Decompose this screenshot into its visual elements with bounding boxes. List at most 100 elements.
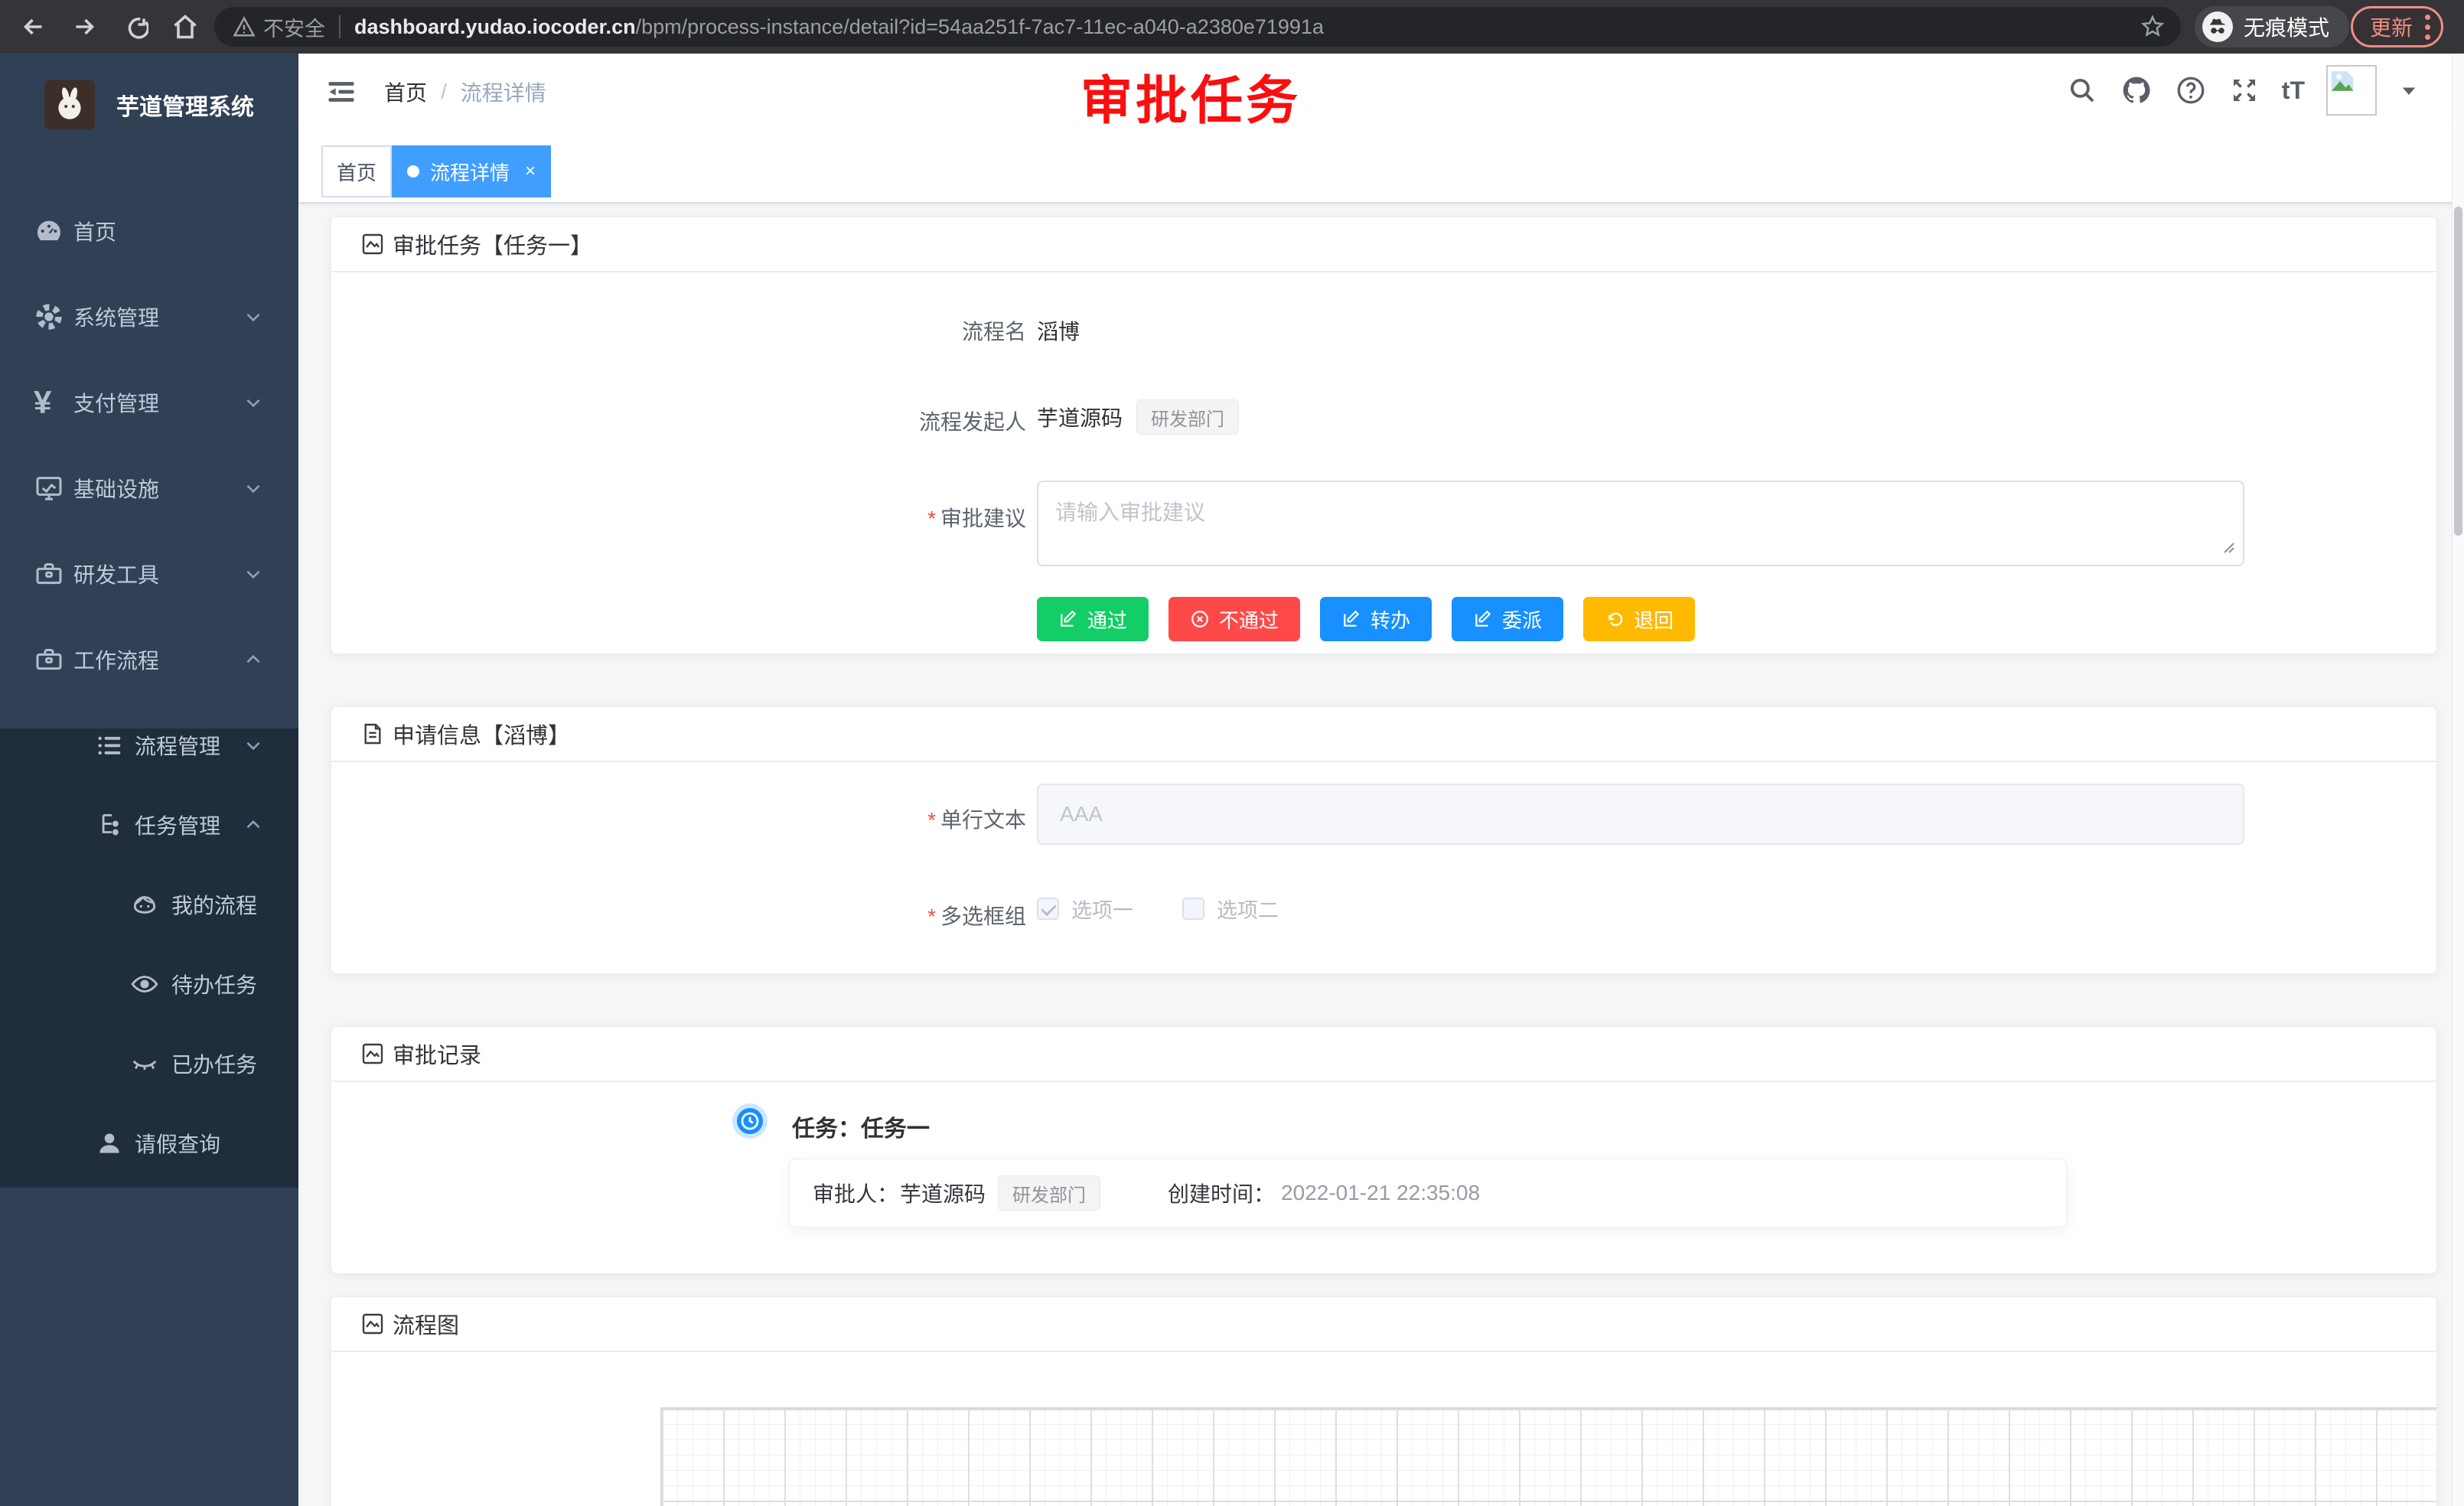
sidebar: 芋道管理系统 首页 系统管理 ¥ 支付管理 基础设施 bbox=[0, 54, 298, 1506]
browser-update-button[interactable]: 更新 bbox=[2351, 6, 2443, 47]
resize-handle-icon[interactable] bbox=[2218, 537, 2237, 556]
list-icon bbox=[95, 731, 124, 760]
github-icon[interactable] bbox=[2120, 73, 2153, 107]
sidebar-item-label: 基础设施 bbox=[73, 473, 159, 504]
picture-icon bbox=[360, 232, 385, 256]
chevron-down-icon bbox=[243, 564, 263, 584]
sidebar-item-label: 请假查询 bbox=[135, 1128, 220, 1159]
caret-down-icon[interactable] bbox=[2398, 80, 2420, 101]
browser-menu-icon[interactable] bbox=[2425, 15, 2430, 40]
suggestion-textarea[interactable] bbox=[1037, 481, 2244, 566]
screen: 不安全 dashboard.yudao.iocoder.cn/bpm/proce… bbox=[0, 0, 2464, 1506]
window-scrollbar[interactable] bbox=[2452, 54, 2464, 1506]
sidebar-item-workflow[interactable]: 工作流程 bbox=[0, 617, 298, 702]
sidebar-item-payment[interactable]: ¥ 支付管理 bbox=[0, 360, 298, 445]
sidebar-item-done-tasks[interactable]: 已办任务 bbox=[0, 1021, 298, 1107]
back-icon[interactable] bbox=[17, 10, 51, 44]
tab-home[interactable]: 首页 bbox=[321, 145, 392, 197]
checkbox-group-label: *多选框组 bbox=[705, 900, 1026, 931]
bpmn-canvas[interactable] bbox=[660, 1407, 2437, 1506]
app-logo bbox=[44, 80, 95, 130]
active-dot bbox=[407, 165, 419, 178]
document-icon bbox=[360, 722, 385, 746]
card-header: 流程图 bbox=[331, 1297, 2436, 1352]
created-label: 创建时间： bbox=[1168, 1178, 1275, 1208]
record-detail-card: 审批人：芋道源码 研发部门 创建时间： 2022-01-21 22:35:08 bbox=[789, 1159, 2067, 1227]
checkbox-option-2[interactable]: 选项二 bbox=[1182, 894, 1279, 924]
annotation-text: 审批任务 bbox=[1080, 58, 1301, 134]
not-secure-icon bbox=[233, 15, 256, 38]
font-size-icon[interactable]: tT bbox=[2282, 77, 2305, 105]
checkbox-group: 选项一 选项二 bbox=[1037, 894, 1279, 924]
sidebar-item-my-process[interactable]: 我的流程 bbox=[0, 862, 298, 947]
divider bbox=[339, 15, 341, 38]
app-title: 芋道管理系统 bbox=[116, 88, 254, 122]
close-icon[interactable]: × bbox=[525, 161, 536, 182]
breadcrumb-home[interactable]: 首页 bbox=[384, 77, 427, 107]
forward-icon[interactable] bbox=[67, 10, 101, 44]
home-icon[interactable] bbox=[168, 10, 202, 44]
sidebar-item-label: 任务管理 bbox=[135, 810, 220, 840]
process-name-value: 滔博 bbox=[1037, 315, 1080, 346]
action-buttons: 通过 不通过 转办 委派 退回 bbox=[1037, 597, 1695, 641]
toolbox-icon bbox=[34, 559, 64, 589]
sidebar-item-label: 待办任务 bbox=[171, 969, 257, 999]
tab-process-detail[interactable]: 流程详情 × bbox=[392, 145, 551, 197]
sidebar-logo-row[interactable]: 芋道管理系统 bbox=[0, 63, 298, 147]
fullscreen-icon[interactable] bbox=[2228, 74, 2260, 106]
return-button[interactable]: 退回 bbox=[1583, 597, 1695, 641]
approver-label: 审批人： bbox=[813, 1178, 898, 1208]
sidebar-item-task-mgmt[interactable]: 任务管理 bbox=[0, 782, 298, 868]
user-icon bbox=[95, 1129, 124, 1158]
sidebar-item-leave-query[interactable]: 请假查询 bbox=[0, 1100, 298, 1186]
approve-button[interactable]: 通过 bbox=[1037, 597, 1149, 641]
delegate-button[interactable]: 委派 bbox=[1452, 597, 1563, 641]
card-title: 申请信息【滔博】 bbox=[393, 718, 570, 750]
update-label: 更新 bbox=[2370, 11, 2413, 42]
scrollbar-thumb[interactable] bbox=[2454, 207, 2462, 536]
sidebar-item-label: 研发工具 bbox=[73, 559, 159, 589]
url-path: /bpm/process-instance/detail?id=54aa251f… bbox=[636, 15, 1324, 39]
app-header: 首页 / 流程详情 审批任务 tT bbox=[298, 54, 2464, 127]
toolbox-icon bbox=[34, 644, 64, 675]
text-field-input[interactable] bbox=[1037, 784, 2244, 845]
initiator-name: 芋道源码 bbox=[1037, 402, 1123, 432]
url-host: dashboard.yudao.iocoder.cn bbox=[354, 15, 636, 39]
address-bar[interactable]: 不安全 dashboard.yudao.iocoder.cn/bpm/proce… bbox=[214, 7, 2181, 47]
tab-label: 流程详情 bbox=[430, 158, 510, 186]
search-icon[interactable] bbox=[2066, 74, 2098, 106]
sidebar-item-home[interactable]: 首页 bbox=[0, 188, 298, 274]
task-line: 任务：任务一 bbox=[792, 1110, 930, 1143]
card-header: 审批任务【任务一】 bbox=[331, 217, 2436, 272]
tags-view-bar: 首页 流程详情 × bbox=[298, 127, 2464, 204]
text-field-label: *单行文本 bbox=[705, 804, 1026, 834]
sidebar-item-devtools[interactable]: 研发工具 bbox=[0, 531, 298, 617]
sidebar-item-infra[interactable]: 基础设施 bbox=[0, 445, 298, 531]
sidebar-item-todo-tasks[interactable]: 待办任务 bbox=[0, 941, 298, 1027]
transfer-button[interactable]: 转办 bbox=[1320, 597, 1432, 641]
approval-task-card: 审批任务【任务一】 流程名 滔博 流程发起人 芋道源码 研发部门 *审批建议 通… bbox=[331, 217, 2437, 654]
reload-icon[interactable] bbox=[118, 10, 152, 44]
bookmark-star-icon[interactable] bbox=[2140, 14, 2166, 40]
help-icon[interactable] bbox=[2175, 74, 2207, 106]
sidebar-item-label: 流程管理 bbox=[135, 730, 220, 761]
suggestion-label: *审批建议 bbox=[705, 502, 1026, 533]
approval-record-card: 审批记录 任务：任务一 审批人：芋道源码 研发部门 创建时间： 2022-01-… bbox=[331, 1026, 2437, 1274]
breadcrumb: 首页 / 流程详情 bbox=[384, 77, 546, 107]
incognito-label: 无痕模式 bbox=[2244, 11, 2329, 42]
dept-tag: 研发部门 bbox=[998, 1175, 1100, 1211]
dashboard-icon bbox=[34, 216, 64, 246]
avatar[interactable] bbox=[2326, 65, 2377, 116]
incognito-badge: 无痕模式 bbox=[2195, 6, 2349, 47]
reject-button[interactable]: 不通过 bbox=[1168, 597, 1300, 641]
yen-icon: ¥ bbox=[34, 384, 51, 421]
security-label: 不安全 bbox=[263, 12, 325, 42]
sidebar-item-process-mgmt[interactable]: 流程管理 bbox=[0, 702, 298, 788]
chevron-up-icon bbox=[243, 650, 263, 670]
hamburger-icon[interactable] bbox=[324, 75, 358, 109]
created-time: 2022-01-21 22:35:08 bbox=[1281, 1181, 1480, 1205]
picture-icon bbox=[360, 1312, 385, 1336]
sidebar-item-system[interactable]: 系统管理 bbox=[0, 274, 298, 360]
breadcrumb-current: 流程详情 bbox=[461, 77, 546, 107]
checkbox-option-1[interactable]: 选项一 bbox=[1037, 894, 1133, 924]
